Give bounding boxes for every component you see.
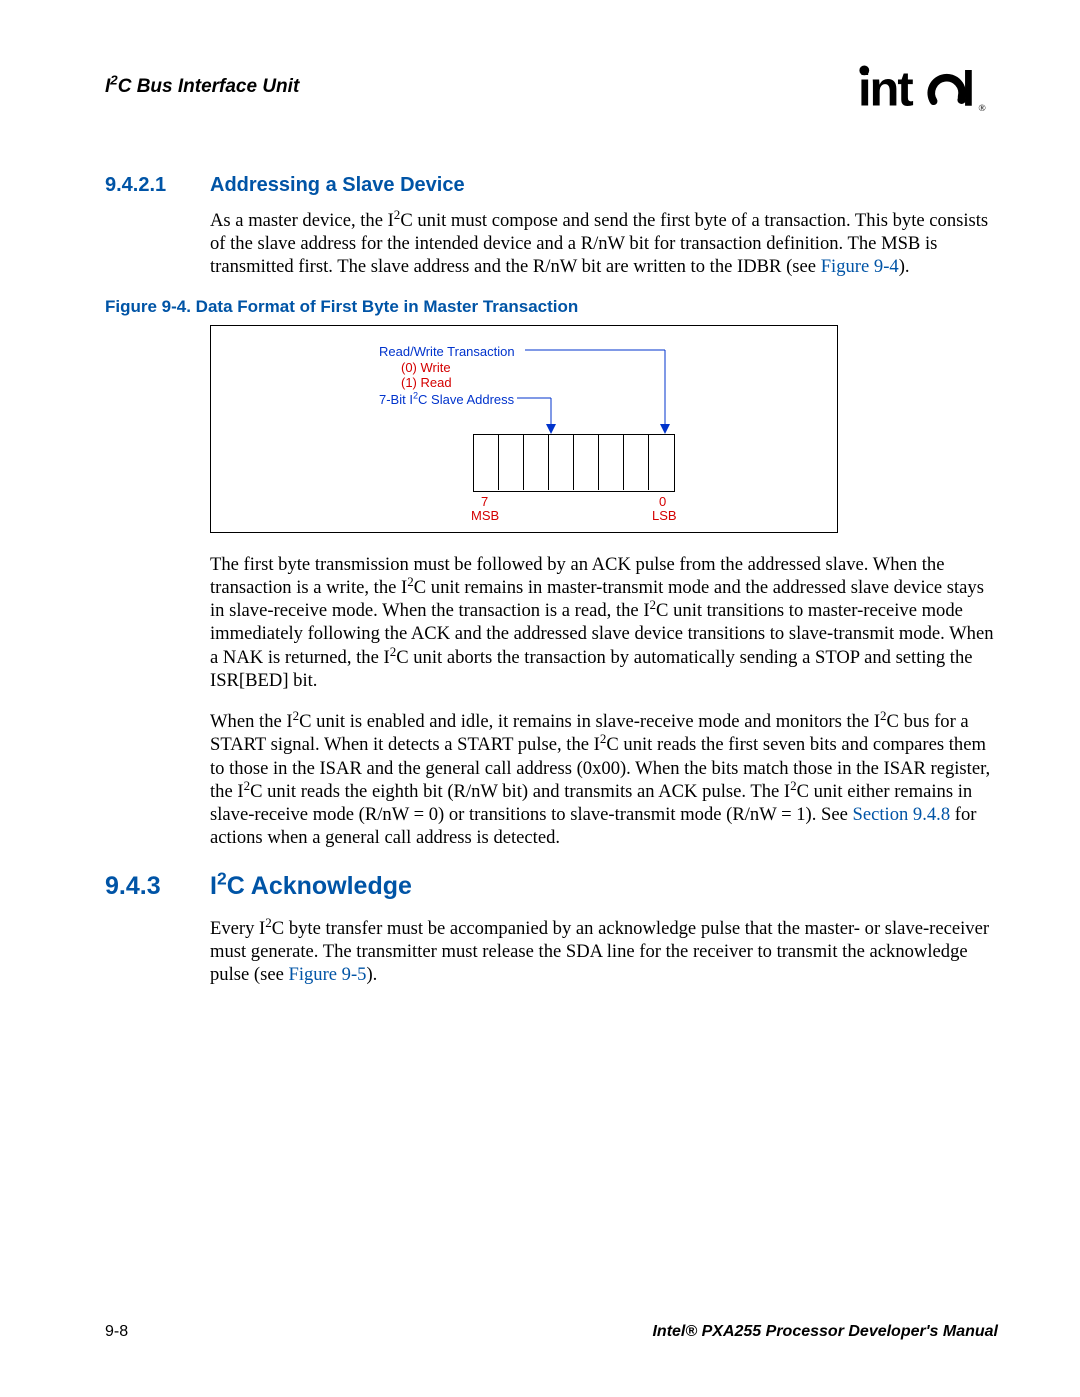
manual-title: Intel® PXA255 Processor Developer's Manu… bbox=[652, 1323, 998, 1341]
bit-divider bbox=[573, 434, 574, 490]
text: C unit reads the eighth bit (R/nW bit) a… bbox=[250, 781, 790, 802]
paragraph-2: The first byte transmission must be foll… bbox=[210, 553, 998, 692]
text: When the I bbox=[210, 711, 293, 732]
page-number: 9-8 bbox=[105, 1323, 128, 1341]
section-title: Addressing a Slave Device bbox=[210, 174, 465, 197]
intel-logo-icon: int l ® bbox=[858, 60, 998, 120]
section-number: 9.4.3 bbox=[105, 872, 210, 901]
text: C unit is enabled and idle, it remains i… bbox=[299, 711, 880, 732]
bit-divider bbox=[623, 434, 624, 490]
figure-caption: Figure 9-4. Data Format of First Byte in… bbox=[105, 297, 998, 317]
text: ). bbox=[899, 256, 910, 277]
bit-divider bbox=[498, 434, 499, 490]
link-figure-9-4[interactable]: Figure 9-4 bbox=[821, 256, 899, 277]
section-number: 9.4.2.1 bbox=[105, 174, 210, 197]
section-title: I2C Acknowledge bbox=[210, 872, 412, 901]
text: ). bbox=[366, 964, 377, 985]
figure-lsb: LSB bbox=[652, 508, 677, 524]
section-heading-9-4-2-1: 9.4.2.1 Addressing a Slave Device bbox=[105, 174, 998, 197]
bit-divider bbox=[648, 434, 649, 490]
paragraph-4: Every I2C byte transfer must be accompan… bbox=[210, 917, 998, 987]
svg-text:®: ® bbox=[978, 103, 986, 114]
figure-msb: MSB bbox=[471, 508, 499, 524]
text: As a master device, the I bbox=[210, 210, 394, 231]
header-title: I2C Bus Interface Unit bbox=[105, 76, 299, 98]
bit-row bbox=[473, 434, 675, 492]
page-header: I2C Bus Interface Unit int l ® bbox=[105, 60, 998, 120]
link-section-9-4-8[interactable]: Section 9.4.8 bbox=[853, 804, 951, 825]
section-heading-9-4-3: 9.4.3 I2C Acknowledge bbox=[105, 872, 998, 901]
page-footer: 9-8 Intel® PXA255 Processor Developer's … bbox=[105, 1323, 998, 1341]
figure-9-4: Read/Write Transaction (0) Write (1) Rea… bbox=[210, 325, 998, 533]
bit-divider bbox=[548, 434, 549, 490]
bit-divider bbox=[598, 434, 599, 490]
header-title-text-post: C Bus Interface Unit bbox=[118, 76, 300, 97]
figure-connectors-icon bbox=[211, 326, 837, 532]
figure-inner: Read/Write Transaction (0) Write (1) Rea… bbox=[210, 325, 838, 533]
bit-divider bbox=[523, 434, 524, 490]
header-title-sup: 2 bbox=[110, 73, 117, 88]
paragraph-1: As a master device, the I2C unit must co… bbox=[210, 209, 998, 279]
text: Every I bbox=[210, 918, 265, 939]
paragraph-3: When the I2C unit is enabled and idle, i… bbox=[210, 710, 998, 849]
link-figure-9-5[interactable]: Figure 9-5 bbox=[288, 964, 366, 985]
page: I2C Bus Interface Unit int l ® 9.4.2.1 A… bbox=[0, 0, 1080, 1397]
